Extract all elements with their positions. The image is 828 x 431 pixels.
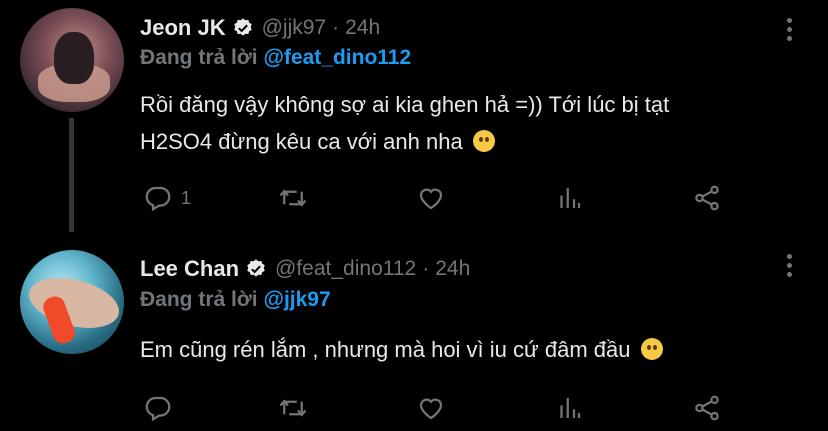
- separator-dot: ·: [332, 16, 340, 39]
- tweet-2[interactable]: Lee Chan @feat_dino112 · 24h Đang trả lờ…: [0, 232, 828, 431]
- share-icon: [695, 395, 719, 421]
- avatar[interactable]: [20, 8, 124, 112]
- reply-button[interactable]: [143, 392, 181, 424]
- tweet-text-line: Em cũng rén lắm , nhưng mà hoi vì iu cứ …: [140, 337, 631, 362]
- heart-icon: [419, 188, 443, 210]
- heart-icon: [419, 398, 443, 420]
- tweet-header: Lee Chan @feat_dino112 · 24h: [140, 254, 470, 284]
- share-button[interactable]: [692, 392, 722, 424]
- shushing-face-emoji-icon: [640, 338, 663, 360]
- tweet-actions: 1: [143, 182, 733, 214]
- tweet-text-line: H2SO4 đừng kêu ca với anh nha: [140, 129, 463, 154]
- share-icon: [695, 185, 719, 211]
- avatar[interactable]: [20, 250, 124, 354]
- separator-dot: ·: [422, 257, 430, 280]
- replying-to: Đang trả lời @feat_dino112: [140, 46, 411, 70]
- more-options-icon[interactable]: [784, 18, 794, 48]
- avatar-shape: [54, 32, 94, 84]
- retweet-button[interactable]: [278, 392, 308, 424]
- tweet-text: Rồi đăng vậy không sợ ai kia ghen hả =))…: [140, 86, 800, 160]
- reply-count: 1: [181, 187, 192, 208]
- retweet-button[interactable]: [278, 182, 308, 214]
- avatar-shape: [23, 269, 124, 337]
- reply-icon: [145, 186, 171, 212]
- replying-to-label: Đang trả lời: [140, 46, 258, 69]
- like-button[interactable]: [416, 182, 446, 214]
- user-handle[interactable]: @jjk97: [262, 16, 327, 40]
- verified-badge-icon: [247, 259, 265, 277]
- analytics-button[interactable]: [554, 392, 584, 424]
- retweet-icon: [279, 189, 307, 207]
- thread-line: [69, 118, 74, 232]
- retweet-icon: [279, 399, 307, 417]
- reply-icon: [145, 396, 171, 422]
- display-name[interactable]: Lee Chan: [140, 256, 239, 282]
- more-options-icon[interactable]: [784, 254, 794, 284]
- timestamp[interactable]: 24h: [345, 16, 380, 40]
- analytics-button[interactable]: [554, 182, 584, 214]
- replying-to: Đang trả lời @jjk97: [140, 288, 331, 312]
- like-button[interactable]: [416, 392, 446, 424]
- reply-mention-link[interactable]: @feat_dino112: [263, 46, 411, 69]
- tweet-header: Jeon JK @jjk97 · 24h: [140, 13, 380, 43]
- tweet-1[interactable]: Jeon JK @jjk97 · 24h Đang trả lời @feat_…: [0, 0, 828, 232]
- user-handle[interactable]: @feat_dino112: [275, 257, 416, 281]
- share-button[interactable]: [692, 182, 722, 214]
- tweet-actions: [143, 392, 733, 424]
- timestamp[interactable]: 24h: [435, 257, 470, 281]
- analytics-icon: [560, 188, 581, 208]
- reply-mention-link[interactable]: @jjk97: [263, 288, 330, 311]
- replying-to-label: Đang trả lời: [140, 288, 258, 311]
- rolling-eyes-emoji-icon: [472, 130, 495, 152]
- tweet-text-line: Rồi đăng vậy không sợ ai kia ghen hả =))…: [140, 92, 670, 117]
- reply-button[interactable]: 1: [143, 182, 191, 214]
- analytics-icon: [560, 398, 581, 418]
- verified-badge-icon: [233, 18, 252, 36]
- tweet-text: Em cũng rén lắm , nhưng mà hoi vì iu cứ …: [140, 331, 800, 368]
- display-name[interactable]: Jeon JK: [140, 15, 226, 41]
